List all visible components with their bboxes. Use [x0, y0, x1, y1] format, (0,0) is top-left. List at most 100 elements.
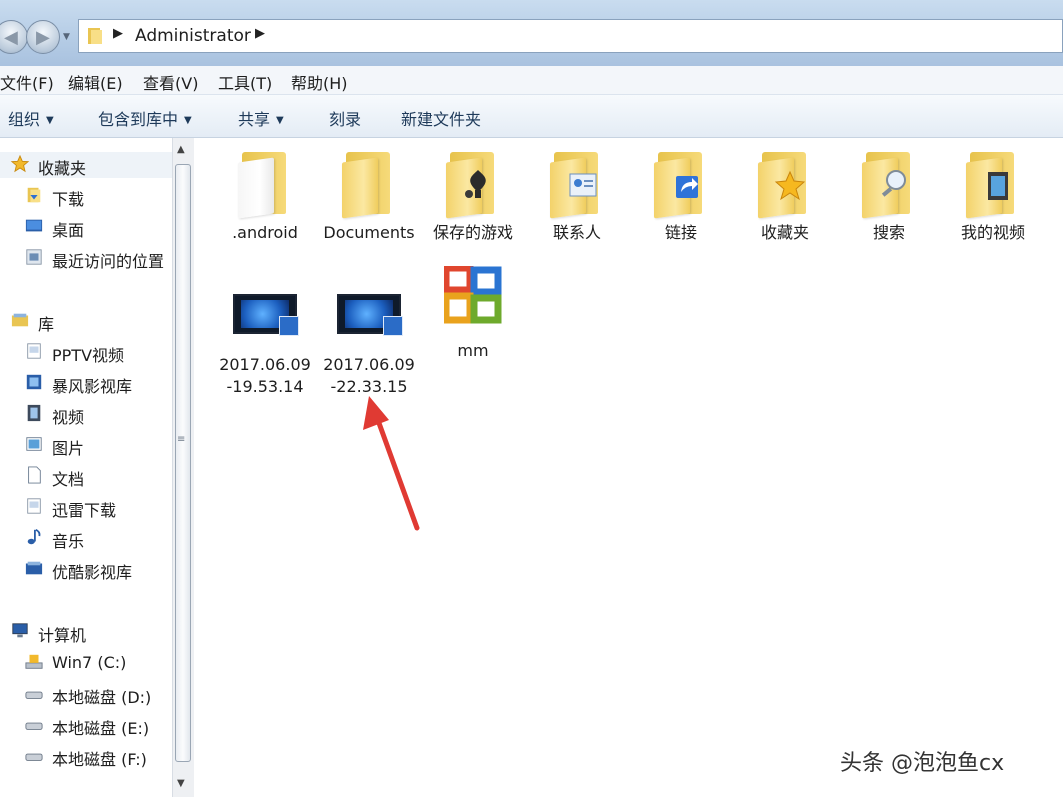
video-library-icon: [27, 404, 41, 422]
nav-item-label: 最近访问的位置: [52, 252, 165, 271]
download-library-icon: [27, 498, 41, 514]
file-name: .android: [232, 223, 298, 242]
searches-folder-icon: [858, 148, 920, 219]
nav-favorites[interactable]: 收藏夹: [0, 152, 172, 178]
document-library-icon: [28, 466, 41, 484]
breadcrumb-separator-icon[interactable]: ▶: [255, 26, 265, 41]
menu-view[interactable]: 查看(V): [143, 70, 198, 94]
computer-icon: [12, 623, 28, 638]
breadcrumb-separator-icon[interactable]: ▶: [113, 26, 123, 41]
file-item-searches[interactable]: 搜索: [841, 148, 937, 244]
desktop-icon: [25, 219, 43, 232]
file-name: 联系人: [552, 223, 601, 242]
libraries-icon: [11, 313, 29, 327]
contacts-folder-icon: [546, 148, 608, 219]
file-item-android[interactable]: .android: [217, 148, 313, 244]
menu-tools[interactable]: 工具(T): [218, 70, 272, 94]
file-name: 搜索: [872, 223, 905, 242]
hard-drive-icon: [25, 722, 43, 730]
dropdown-arrow-icon: ▼: [46, 115, 54, 126]
office-file-icon: [442, 266, 504, 334]
file-name: 我的视频: [960, 223, 1025, 242]
address-input[interactable]: ▶ Administrator ▶: [78, 19, 1063, 53]
forward-button[interactable]: ▶: [26, 20, 60, 54]
nav-item-label: 本地磁盘 (E:): [52, 719, 150, 738]
dropdown-arrow-icon: ▼: [276, 115, 284, 126]
include-in-library-label: 包含到库中: [98, 110, 179, 129]
favorites-folder-icon: [754, 148, 816, 219]
nav-item-label: 图片: [52, 439, 85, 458]
menu-edit[interactable]: 编辑(E): [68, 70, 123, 94]
film-library-icon: [26, 374, 42, 390]
music-note-icon: [27, 528, 41, 545]
file-name: 收藏夹: [760, 223, 809, 242]
system-drive-icon: [25, 654, 43, 669]
file-item-documents[interactable]: Documents: [321, 148, 417, 244]
nav-item-label: 文档: [52, 470, 85, 489]
folder-icon: [234, 148, 296, 219]
file-item-links[interactable]: 链接: [633, 148, 729, 244]
menu-help[interactable]: 帮助(H): [291, 70, 348, 94]
share-label: 共享: [238, 110, 271, 129]
breadcrumb-administrator[interactable]: Administrator: [135, 26, 251, 46]
command-bar: 组织 ▼ 包含到库中 ▼ 共享 ▼ 刻录 新建文件夹: [0, 95, 1063, 138]
annotation-arrow-icon: [363, 396, 420, 531]
nav-item-label: 桌面: [52, 221, 85, 240]
links-folder-icon: [650, 148, 712, 219]
address-bar-area: ◀ ▶ ▼ ▶ Administrator ▶: [0, 0, 1063, 66]
dropdown-arrow-icon: ▼: [184, 115, 192, 126]
youku-library-icon: [25, 561, 43, 575]
saved-games-folder-icon: [442, 148, 504, 219]
nav-item-label: Win7 (C:): [52, 653, 127, 672]
file-name: Documents: [323, 223, 415, 242]
nav-item-label: 本地磁盘 (F:): [52, 750, 147, 769]
organize-button[interactable]: 组织 ▼: [8, 106, 54, 130]
share-button[interactable]: 共享 ▼: [238, 106, 284, 130]
hard-drive-icon: [25, 753, 43, 761]
scroll-down-icon[interactable]: ▼: [177, 778, 185, 789]
file-name: mm: [457, 341, 489, 360]
video-file-icon: [233, 280, 299, 348]
file-list-view: .android Documents 保存的游戏 联系人 链接 收藏夹 搜索 我…: [195, 138, 1063, 797]
file-name: 2017.06.09-19.53.14: [219, 355, 311, 396]
nav-computer-label: 计算机: [38, 626, 87, 645]
menu-bar: 文件(F) 编辑(E) 查看(V) 工具(T) 帮助(H): [0, 66, 1063, 95]
scroll-up-icon[interactable]: ▲: [177, 144, 185, 155]
menu-file[interactable]: 文件(F): [0, 70, 54, 94]
back-button[interactable]: ◀: [0, 20, 28, 54]
watermark: 头条 @泡泡鱼cx: [840, 751, 1005, 776]
library-icon: [27, 343, 41, 359]
nav-item-label: 视频: [52, 408, 85, 427]
star-icon: [10, 155, 30, 173]
downloads-folder-icon: [27, 187, 41, 203]
scroll-grip-icon: ≡: [177, 434, 186, 445]
recent-pages-dropdown-icon[interactable]: ▼: [63, 32, 70, 42]
scroll-thumb[interactable]: [175, 164, 191, 762]
file-item-video-1[interactable]: 2017.06.09-19.53.14: [217, 280, 313, 398]
nav-item-label: 迅雷下载: [52, 501, 117, 520]
folder-small-icon: [88, 28, 102, 44]
file-item-video-2[interactable]: 2017.06.09-22.33.15: [321, 280, 417, 398]
nav-item-label: PPTV视频: [52, 346, 125, 365]
file-item-favorites[interactable]: 收藏夹: [737, 148, 833, 244]
burn-button[interactable]: 刻录: [329, 106, 361, 130]
file-item-mm[interactable]: mm: [425, 266, 521, 362]
nav-scrollbar[interactable]: ▲ ≡ ▼: [172, 138, 194, 797]
file-name: 保存的游戏: [432, 223, 513, 242]
back-arrow-icon: ◀: [4, 27, 18, 48]
include-in-library-button[interactable]: 包含到库中 ▼: [98, 106, 192, 130]
nav-item-label: 音乐: [52, 532, 85, 551]
nav-item-label: 优酷影视库: [52, 563, 133, 582]
file-item-saved-games[interactable]: 保存的游戏: [425, 148, 521, 244]
nav-item-label: 下载: [52, 190, 85, 209]
file-name: 链接: [664, 223, 697, 242]
file-item-contacts[interactable]: 联系人: [529, 148, 625, 244]
file-item-my-videos[interactable]: 我的视频: [945, 148, 1041, 244]
hard-drive-icon: [25, 691, 43, 699]
navigation-pane: 收藏夹 下载 桌面 最近访问的位置 库 PPTV视频 暴风影视库 视频 图片 文…: [0, 138, 172, 797]
nav-libraries-label: 库: [38, 315, 55, 334]
new-folder-button[interactable]: 新建文件夹: [401, 106, 481, 130]
picture-library-icon: [26, 437, 42, 451]
forward-arrow-icon: ▶: [36, 27, 50, 48]
video-file-icon: [337, 280, 403, 348]
